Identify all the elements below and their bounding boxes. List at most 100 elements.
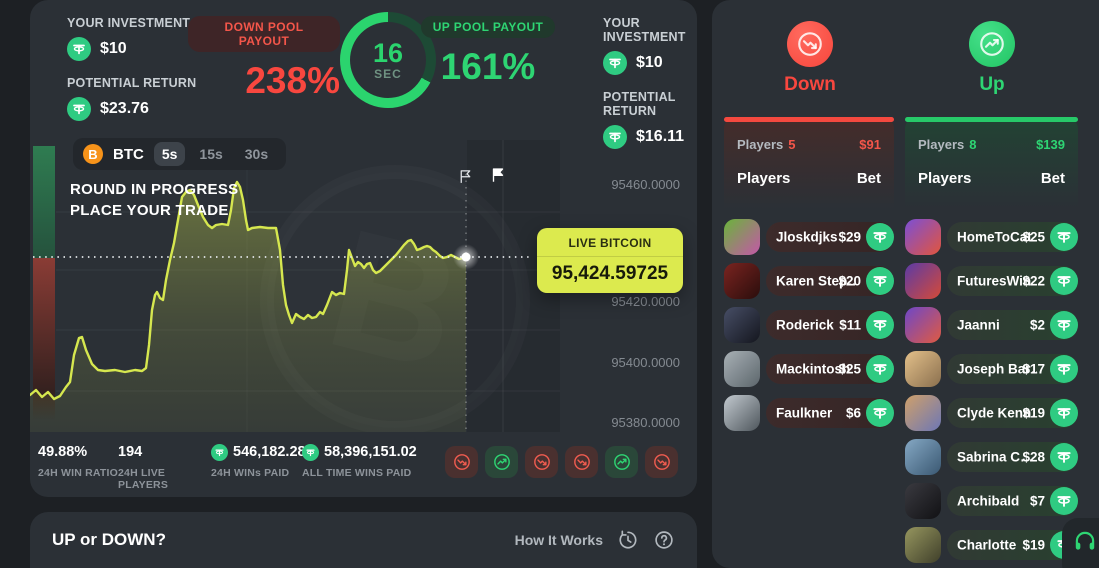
up-players-count: 8 <box>969 137 977 152</box>
player-name: HomeToCat <box>957 229 1032 245</box>
player-row: Mackintosh $25 <box>724 351 894 387</box>
stat-label: 24H LIVE PLAYERS <box>118 467 169 491</box>
bet-down-button[interactable] <box>787 21 833 67</box>
up-pool-total: $139 <box>1036 137 1065 152</box>
your-investment-label: YOUR INVESTMENT <box>67 16 191 30</box>
down-pool-payout-badge: DOWN POOL PAYOUT <box>188 16 340 52</box>
avatar <box>724 351 760 387</box>
players-word: Players <box>737 137 784 152</box>
timeframe-tabs: 5s 15s 30s <box>153 142 276 166</box>
stat-item: 58,396,151.02 ALL TIME WINS PAID <box>302 443 417 491</box>
round-result-down <box>445 446 478 478</box>
player-row: Karen Step… $20 <box>724 263 894 299</box>
player-bet: $19 <box>1022 405 1045 421</box>
live-price-title: LIVE BITCOIN <box>537 236 683 257</box>
symbol-label[interactable]: BTC <box>113 146 144 163</box>
down-players-list: Jloskdjks $29 Karen Step… $20 Roderick $… <box>724 219 894 439</box>
timeframe-tab-5s[interactable]: 5s <box>153 142 186 166</box>
tether-icon <box>866 355 894 383</box>
avatar <box>905 351 941 387</box>
players-word: Players <box>918 137 965 152</box>
bitcoin-icon: B <box>83 144 103 164</box>
your-investment-value: $10 <box>636 54 663 71</box>
down-pool-card: Players 5 $91 Players Bet <box>724 117 894 209</box>
player-row: Faulkner $6 <box>724 395 894 431</box>
tether-icon <box>1050 267 1078 295</box>
tether-icon <box>1050 443 1078 471</box>
player-bet: $11 <box>839 317 861 333</box>
down-players-count: 5 <box>788 137 796 152</box>
round-result-up <box>485 446 518 478</box>
down-pool-payout-percent: 238% <box>245 60 340 101</box>
up-or-down-title: UP or DOWN? <box>52 530 166 549</box>
tether-icon <box>603 51 627 75</box>
potential-return-value: $23.76 <box>100 100 149 117</box>
players-column-header: Players <box>737 170 791 187</box>
player-name: Faulkner <box>776 405 833 421</box>
timer-unit: SEC <box>374 67 402 81</box>
live-price-dot <box>461 252 471 262</box>
tether-icon <box>866 311 894 339</box>
price-axis-label: 95400.0000 <box>611 355 680 370</box>
tether-icon <box>866 267 894 295</box>
trading-panel: YOUR INVESTMENT $10 POTENTIAL RETURN $23… <box>30 0 697 497</box>
timer-seconds: 16 <box>372 38 404 68</box>
stat-item: 49.88% 24H WIN RATIO <box>38 443 118 491</box>
avatar <box>905 439 941 475</box>
avatar <box>905 527 941 563</box>
timeframe-tab-30s[interactable]: 30s <box>237 142 276 166</box>
down-pool-total: $91 <box>859 137 881 152</box>
tether-icon <box>866 223 894 251</box>
up-pool-payout-badge: UP POOL PAYOUT <box>420 16 556 38</box>
stat-value: 546,182.28 <box>233 444 306 460</box>
player-name: FuturesWin <box>957 273 1032 289</box>
tether-icon <box>1050 223 1078 251</box>
bet-column-header: Bet <box>856 170 881 187</box>
help-icon[interactable] <box>653 529 675 551</box>
up-pool-payout-percent: 161% <box>440 46 536 87</box>
player-row: Joseph Bar… $17 <box>905 351 1078 387</box>
how-it-works-link[interactable]: How It Works <box>515 532 603 548</box>
stat-label: 24H WINs PAID <box>211 467 290 479</box>
player-bet: $20 <box>838 273 861 289</box>
your-investment-down-block: YOUR INVESTMENT $10 POTENTIAL RETURN $23… <box>67 16 196 121</box>
your-investment-up-block: YOUR INVESTMENT $10 POTENTIAL RETURN $16… <box>603 16 697 149</box>
tether-icon <box>302 443 319 461</box>
tether-icon <box>1050 399 1078 427</box>
stat-value: 194 <box>118 444 143 460</box>
avatar <box>724 307 760 343</box>
player-row: Sabrina C… $28 <box>905 439 1078 475</box>
player-row: Jaanni $2 <box>905 307 1078 343</box>
bet-up-button[interactable] <box>969 21 1015 67</box>
history-icon[interactable] <box>617 529 639 551</box>
up-pool-card: Players 8 $139 Players Bet <box>905 117 1078 209</box>
potential-return-label: POTENTIAL RETURN <box>603 90 676 118</box>
bet-column-header: Bet <box>1040 170 1065 187</box>
avatar <box>905 483 941 519</box>
live-price-badge: LIVE BITCOIN 95,424.59725 <box>537 228 683 293</box>
timeframe-tab-15s[interactable]: 15s <box>191 142 230 166</box>
price-chart-area: B BTC 5s 15s 30s ROUND IN PROGRESS PLACE… <box>30 138 697 432</box>
round-history <box>445 446 678 478</box>
player-name: Roderick <box>776 317 834 333</box>
round-result-down <box>525 446 558 478</box>
avatar <box>905 219 941 255</box>
stat-value: 58,396,151.02 <box>324 444 417 460</box>
down-label: Down <box>784 74 836 95</box>
player-bet: $28 <box>1022 449 1045 465</box>
app: YOUR INVESTMENT $10 POTENTIAL RETURN $23… <box>0 0 1099 568</box>
player-bet: $25 <box>1022 229 1045 245</box>
support-headphones-button[interactable] <box>1062 518 1099 568</box>
up-players-list: HomeToCat $25 FuturesWin $22 Jaanni $2 J… <box>905 219 1078 568</box>
avatar <box>724 219 760 255</box>
avatar <box>905 395 941 431</box>
player-row: Clyde Kenn… $19 <box>905 395 1078 431</box>
player-name: Jloskdjks <box>776 229 838 245</box>
player-row: Roderick $11 <box>724 307 894 343</box>
down-pool-payout-block: DOWN POOL PAYOUT 238% <box>188 16 340 102</box>
status-line-2: PLACE YOUR TRADE <box>70 202 229 219</box>
round-result-down <box>565 446 598 478</box>
player-bet: $17 <box>1022 361 1045 377</box>
player-bet: $7 <box>1029 493 1045 509</box>
stat-label: 24H WIN RATIO <box>38 467 118 479</box>
